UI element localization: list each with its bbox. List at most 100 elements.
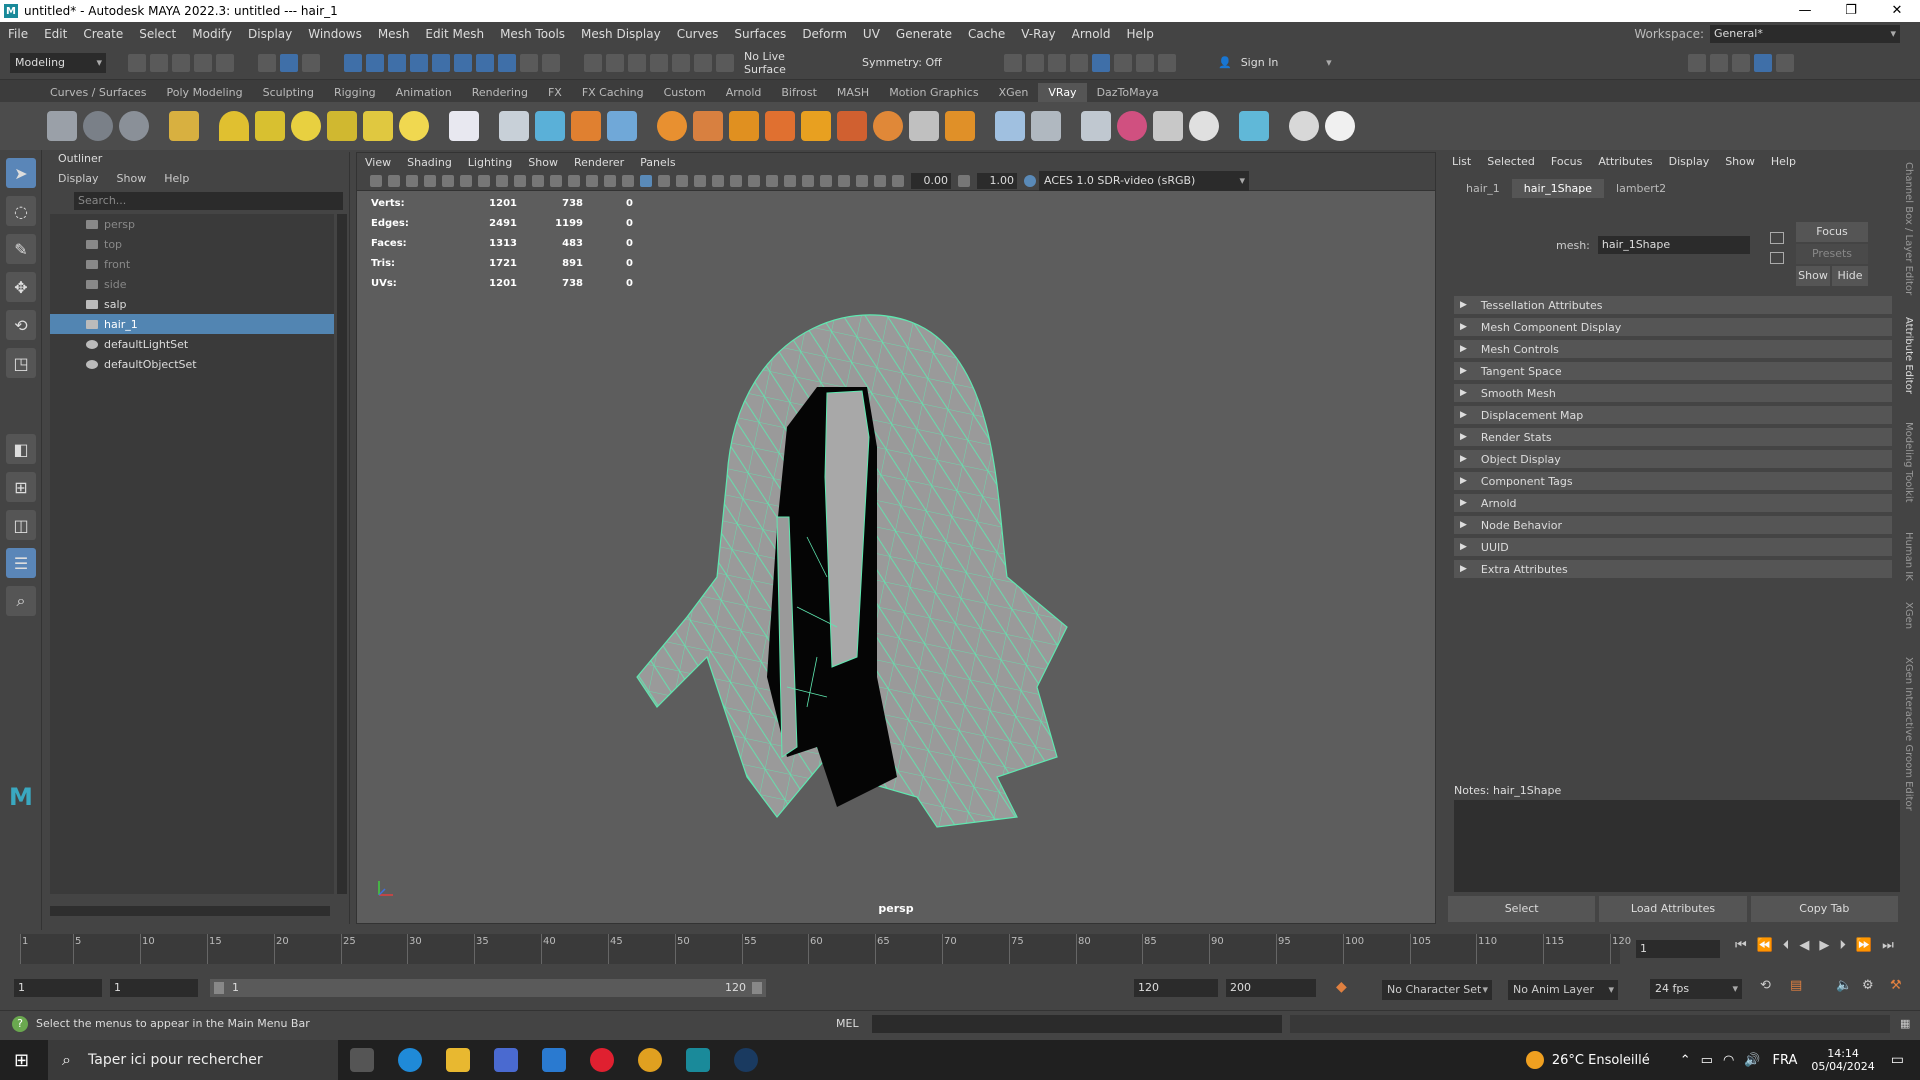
focus-button[interactable]: Focus (1796, 222, 1868, 242)
menu-create[interactable]: Create (75, 27, 131, 41)
symmetry-label[interactable]: Symmetry: Off (862, 56, 972, 69)
menu-deform[interactable]: Deform (794, 27, 855, 41)
sound-icon[interactable]: 🔈 (1836, 978, 1852, 993)
tool-settings-icon[interactable] (1753, 53, 1772, 72)
field-chart-icon[interactable] (568, 174, 580, 187)
ae-menu-attributes[interactable]: Attributes (1598, 155, 1652, 168)
vray-palette-icon[interactable] (1189, 111, 1219, 141)
pause-render-icon[interactable] (1158, 53, 1176, 72)
range-slider-bar[interactable]: 1 120 (210, 979, 766, 997)
new-scene-icon[interactable] (128, 53, 146, 72)
xray-icon[interactable] (838, 174, 850, 187)
textured-icon[interactable] (694, 174, 706, 187)
outliner-item-default-light-set[interactable]: defaultLightSet (50, 334, 334, 354)
construction-history-icon[interactable] (650, 53, 668, 72)
section-component-tags[interactable]: Component Tags (1454, 472, 1892, 490)
go-to-end-icon[interactable]: ⏭ (1882, 938, 1894, 953)
vray-bulb-icon[interactable] (1289, 111, 1319, 141)
vray-scene-icon[interactable] (571, 111, 601, 141)
vray-mesh-light-icon[interactable] (327, 111, 357, 141)
select-button[interactable]: Select (1448, 896, 1596, 922)
menu-help[interactable]: Help (1119, 27, 1162, 41)
gamma-icon[interactable] (958, 174, 970, 187)
command-input[interactable] (872, 1014, 1282, 1033)
menu-select[interactable]: Select (131, 27, 184, 41)
section-object-display[interactable]: Object Display (1454, 450, 1892, 468)
menu-generate[interactable]: Generate (888, 27, 960, 41)
viewport-menu-show[interactable]: Show (528, 156, 558, 169)
section-uuid[interactable]: UUID (1454, 538, 1892, 556)
image-plane-icon[interactable] (442, 174, 454, 187)
shelf-tab-rendering[interactable]: Rendering (462, 83, 538, 102)
ipr-render-icon[interactable] (1048, 53, 1066, 72)
play-backward-icon[interactable]: ◀ (1799, 938, 1809, 953)
snap-surface-icon[interactable] (410, 53, 428, 72)
gamma-field[interactable]: 1.00 (977, 172, 1017, 189)
anim-layer-dropdown[interactable]: No Anim Layer (1508, 980, 1618, 1000)
workspace-dropdown[interactable]: General* (1710, 25, 1900, 43)
mesh-name-field[interactable]: hair_1Shape (1597, 236, 1750, 254)
sign-in-dropdown[interactable]: Sign In (1236, 53, 1336, 73)
wifi-icon[interactable]: ◠ (1723, 1053, 1734, 1068)
vray-decal-icon[interactable] (729, 111, 759, 141)
vray-gear-icon[interactable] (945, 111, 975, 141)
render-sequence-icon[interactable] (1026, 53, 1044, 72)
copy-node-icon[interactable] (1770, 252, 1784, 264)
section-tangent-space[interactable]: Tangent Space (1454, 362, 1892, 380)
vray-spot-light-icon[interactable] (255, 111, 285, 141)
edge-icon[interactable] (398, 1048, 422, 1072)
vray-volume-icon[interactable] (1031, 111, 1061, 141)
opera-icon[interactable] (590, 1048, 614, 1072)
modeling-toolkit-icon[interactable] (1687, 53, 1706, 72)
vray-grid-icon[interactable] (801, 111, 831, 141)
side-tab-channel-box[interactable]: Channel Box / Layer Editor (1903, 162, 1914, 295)
cache-icon[interactable]: ▤ (1790, 978, 1802, 993)
outliner-horizontal-scrollbar[interactable] (50, 906, 330, 916)
camera-attributes-icon[interactable] (406, 174, 418, 187)
section-smooth-mesh[interactable]: Smooth Mesh (1454, 384, 1892, 402)
vray-sphere-icon[interactable] (83, 111, 113, 141)
viewport-menu-panels[interactable]: Panels (640, 156, 675, 169)
notes-textarea[interactable] (1454, 800, 1900, 892)
shelf-tab-custom[interactable]: Custom (654, 83, 716, 102)
lights-icon[interactable] (712, 174, 724, 187)
snap-live-icon[interactable] (454, 53, 472, 72)
menu-modify[interactable]: Modify (184, 27, 240, 41)
outliner-menu-display[interactable]: Display (58, 172, 99, 185)
minimize-button[interactable]: — (1782, 0, 1828, 22)
menu-mesh-display[interactable]: Mesh Display (573, 27, 669, 41)
ambient-occlusion-icon[interactable] (748, 174, 760, 187)
outliner-item-front[interactable]: front (50, 254, 334, 274)
playback-start-field[interactable]: 1 (110, 979, 198, 997)
snap-view-icon[interactable] (432, 53, 450, 72)
viewport-menu-shading[interactable]: Shading (407, 156, 452, 169)
select-hierarchy-icon[interactable] (258, 53, 276, 72)
vray-export-proxy-icon[interactable] (535, 111, 565, 141)
outliner-view-icon[interactable]: ◫ (6, 510, 36, 540)
menu-surfaces[interactable]: Surfaces (726, 27, 794, 41)
time-slider-track[interactable]: 1 5 10 15 20 25 30 35 40 45 50 55 60 65 70 75 80 85 90 95 10… (20, 934, 1631, 964)
vray-fur-icon[interactable] (607, 111, 637, 141)
section-tessellation-attributes[interactable]: Tessellation Attributes (1454, 296, 1892, 314)
presets-button[interactable]: Presets (1796, 244, 1868, 264)
output-ops-icon[interactable] (628, 53, 646, 72)
channel-box-icon[interactable] (1775, 53, 1794, 72)
outliner-search-input[interactable]: Search... (74, 192, 343, 210)
outliner-item-default-object-set[interactable]: defaultObjectSet (50, 354, 334, 374)
outliner-item-side[interactable]: side (50, 274, 334, 294)
vray-shape-icon[interactable] (995, 111, 1025, 141)
maya-taskbar-icon[interactable] (686, 1048, 710, 1072)
exposure-field[interactable]: 0.00 (911, 172, 951, 189)
grease-pencil-icon[interactable] (478, 174, 490, 187)
step-back-frame-icon[interactable]: ⏴ (1783, 938, 1790, 953)
ae-menu-focus[interactable]: Focus (1551, 155, 1582, 168)
shelf-tab-sculpting[interactable]: Sculpting (253, 83, 324, 102)
shelf-tab-xgen[interactable]: XGen (989, 83, 1039, 102)
shelf-tab-poly-modeling[interactable]: Poly Modeling (157, 83, 253, 102)
menu-vray[interactable]: V-Ray (1013, 27, 1063, 41)
search-icon[interactable]: ⌕ (6, 586, 36, 616)
ae-menu-show[interactable]: Show (1725, 155, 1755, 168)
menu-mesh[interactable]: Mesh (370, 27, 418, 41)
menu-mesh-tools[interactable]: Mesh Tools (492, 27, 573, 41)
shelf-tab-rigging[interactable]: Rigging (324, 83, 386, 102)
